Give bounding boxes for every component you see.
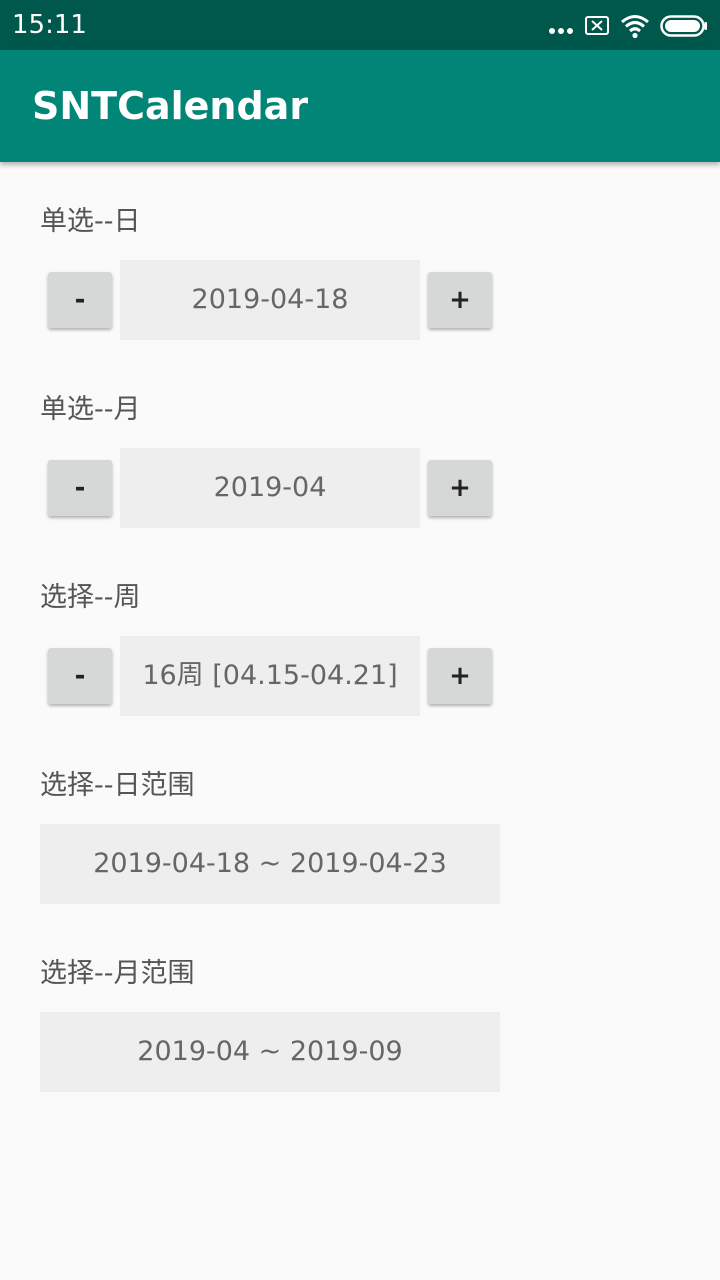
week-section-label: 选择--周 bbox=[40, 582, 141, 613]
month-range-value-field[interactable]: 2019-04 ~ 2019-09 bbox=[40, 1012, 500, 1092]
week-increment-button[interactable]: + bbox=[428, 648, 492, 704]
app-title: SNTCalendar bbox=[32, 84, 309, 128]
week-value-field[interactable]: 16周 [04.15-04.21] bbox=[120, 636, 420, 716]
month-value-field[interactable]: 2019-04 bbox=[120, 448, 420, 528]
status-bar: 15:11 bbox=[0, 0, 720, 50]
day-section-label: 单选--日 bbox=[40, 206, 141, 237]
day-range-value-field[interactable]: 2019-04-18 ~ 2019-04-23 bbox=[40, 824, 500, 904]
battery-icon bbox=[660, 15, 707, 37]
day-value-field[interactable]: 2019-04-18 bbox=[120, 260, 420, 340]
day-decrement-button[interactable]: - bbox=[48, 272, 112, 328]
month-decrement-button[interactable]: - bbox=[48, 460, 112, 516]
wifi-icon bbox=[621, 15, 649, 39]
month-section-label: 单选--月 bbox=[40, 394, 141, 425]
month-increment-button[interactable]: + bbox=[428, 460, 492, 516]
status-icons bbox=[538, 12, 708, 40]
app-bar: SNTCalendar bbox=[0, 50, 720, 162]
status-time: 15:11 bbox=[12, 10, 87, 40]
day-range-section-label: 选择--日范围 bbox=[40, 770, 195, 801]
month-range-section-label: 选择--月范围 bbox=[40, 958, 195, 989]
week-decrement-button[interactable]: - bbox=[48, 648, 112, 704]
day-increment-button[interactable]: + bbox=[428, 272, 492, 328]
sim-disabled-icon bbox=[585, 16, 609, 35]
more-dots-icon bbox=[549, 28, 573, 34]
